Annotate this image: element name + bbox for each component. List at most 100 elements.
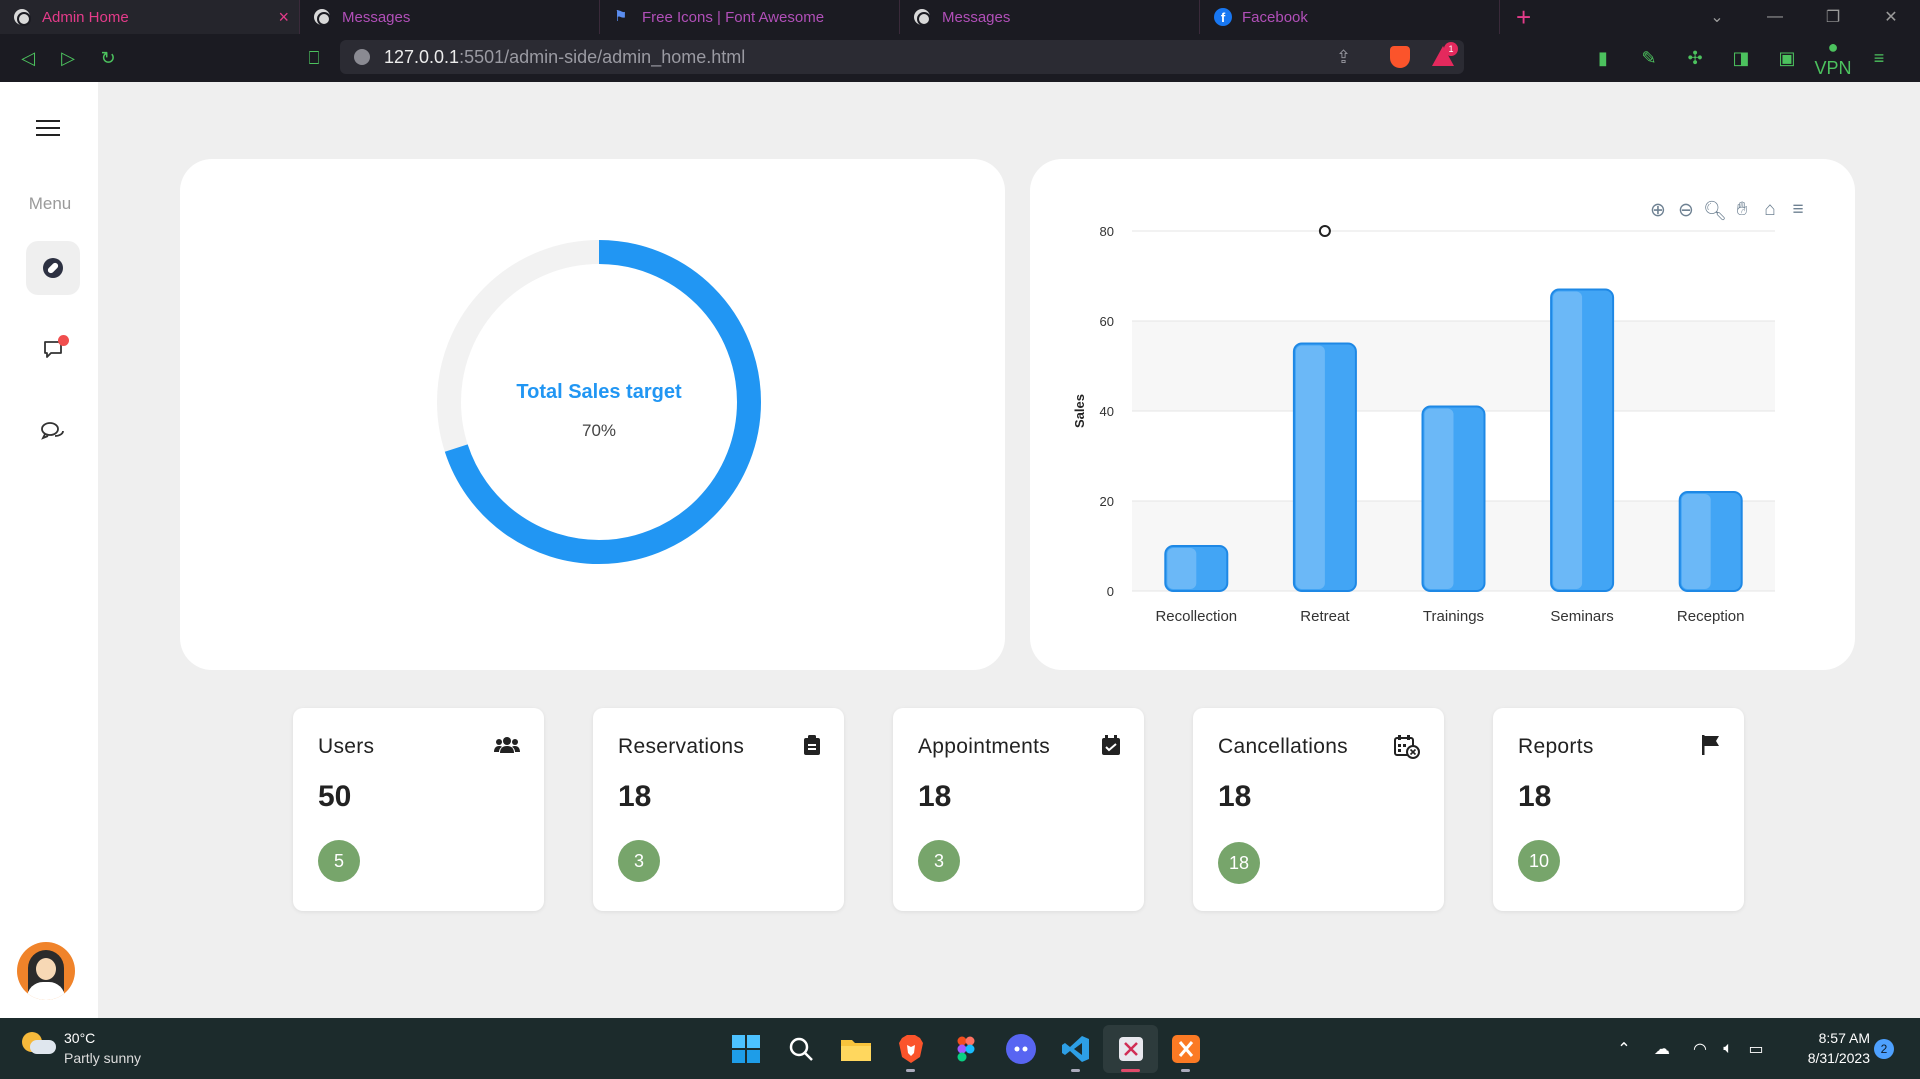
- taskbar: 30°C Partly sunny ⌃ ☁ ◠ 🔈︎ ▭ 8:57 AM 8/3…: [0, 1018, 1920, 1079]
- flag-icon: ⚑: [614, 8, 628, 25]
- stat-card-cancellations[interactable]: Cancellations 18 18: [1193, 708, 1444, 911]
- share-icon[interactable]: ⇪: [1336, 47, 1351, 68]
- brave-shields-icon[interactable]: [1390, 46, 1410, 68]
- bar-highlight: [1553, 291, 1583, 589]
- brave-browser-button[interactable]: [883, 1025, 938, 1073]
- system-tray: ⌃ ☁ ◠ 🔈︎ ▭: [1610, 1018, 1770, 1079]
- figma-icon: [957, 1036, 974, 1061]
- sidebar-item-notifications[interactable]: [26, 322, 80, 376]
- clipboard-icon: [804, 735, 820, 755]
- bookmark-icon[interactable]: ⎕: [294, 48, 334, 69]
- calendar-x-icon: [1394, 735, 1420, 759]
- stat-label: Users: [318, 735, 375, 758]
- calendar-check-icon: [1102, 735, 1120, 755]
- x-tick-label: Trainings: [1423, 608, 1484, 625]
- sales-target-card: Total Sales target 70%: [180, 159, 1005, 670]
- stat-card-appointments[interactable]: Appointments 18 3: [893, 708, 1144, 911]
- sidebar-item-dashboard[interactable]: [26, 241, 80, 295]
- vpn-button[interactable]: ● VPN: [1810, 37, 1856, 79]
- clock-date[interactable]: 8/31/2023: [1790, 1050, 1870, 1066]
- vscode-button[interactable]: [1048, 1025, 1103, 1073]
- onedrive-icon[interactable]: ☁: [1648, 1039, 1676, 1059]
- bar-highlight: [1295, 345, 1325, 589]
- address-input[interactable]: 127.0.0.1 :5501/admin-side/admin_home.ht…: [340, 40, 1464, 74]
- stat-badge: 3: [918, 840, 960, 882]
- volume-icon[interactable]: 🔈︎: [1714, 1040, 1742, 1058]
- snipping-tool-button[interactable]: [1103, 1024, 1158, 1073]
- x-tick-label: Seminars: [1550, 608, 1613, 625]
- flag-icon: [1702, 735, 1719, 755]
- wallet-icon[interactable]: ▣: [1764, 48, 1810, 69]
- puzzle-icon[interactable]: ✣: [1672, 48, 1718, 69]
- forward-icon[interactable]: ▷: [48, 48, 88, 69]
- windows-icon: [731, 1034, 760, 1063]
- stat-badge: 5: [318, 840, 360, 882]
- extension-icon[interactable]: ▮: [1580, 48, 1626, 69]
- sales-bar-chart: 0 20 40 60 80 Sales Recollection Retreat Trainin…: [1072, 224, 1775, 625]
- eyedropper-icon[interactable]: ✎: [1626, 48, 1672, 69]
- discord-icon: [1005, 1033, 1036, 1064]
- weather-desc[interactable]: Partly sunny: [64, 1050, 141, 1066]
- url-path: :5501/admin-side/admin_home.html: [459, 46, 746, 67]
- stat-label: Reservations: [618, 735, 745, 758]
- search-button[interactable]: [773, 1025, 828, 1073]
- y-tick-label: 0: [1107, 584, 1114, 599]
- chevron-up-icon[interactable]: ⌃: [1610, 1039, 1638, 1059]
- xampp-button[interactable]: [1158, 1025, 1213, 1073]
- tab-title: Messages: [942, 8, 1011, 26]
- weather-temp[interactable]: 30°C: [64, 1030, 95, 1046]
- menu-icon[interactable]: ≡: [1856, 48, 1902, 69]
- battery-icon[interactable]: ▭: [1742, 1039, 1770, 1059]
- search-icon: [789, 1037, 813, 1061]
- hamburger-icon[interactable]: [36, 120, 60, 138]
- notification-count-badge[interactable]: 2: [1874, 1039, 1894, 1059]
- start-button[interactable]: [718, 1025, 773, 1073]
- tab-list-icon[interactable]: ⌄: [1688, 7, 1746, 27]
- extensions-bar: ▮ ✎ ✣ ◨ ▣ ● VPN ≡: [1580, 34, 1902, 82]
- donut-value: 70%: [581, 421, 617, 440]
- discord-button[interactable]: [993, 1025, 1048, 1073]
- tab-title: Messages: [342, 8, 411, 26]
- close-window-icon[interactable]: ✕: [1862, 7, 1920, 27]
- stat-card-users[interactable]: Users 50 5: [293, 708, 544, 911]
- x-tick-label: Reception: [1677, 608, 1745, 625]
- tab-messages[interactable]: Messages: [300, 0, 600, 34]
- stat-value: 50: [318, 780, 352, 813]
- reload-icon[interactable]: ↻: [88, 48, 128, 69]
- site-info-icon[interactable]: [354, 49, 370, 65]
- tab-facebook[interactable]: f Facebook: [1200, 0, 1500, 34]
- rewards-badge: 1: [1444, 42, 1458, 56]
- close-tab-icon[interactable]: ×: [278, 7, 289, 28]
- y-tick-label: 80: [1100, 224, 1114, 239]
- stat-card-reports[interactable]: Reports 18 10: [1493, 708, 1744, 911]
- sales-target-donut: Total Sales target 70%: [432, 235, 766, 569]
- notification-dot: [58, 335, 69, 346]
- stat-card-reservations[interactable]: Reservations 18 3: [593, 708, 844, 911]
- comments-icon: [41, 422, 64, 440]
- vscode-icon: [1061, 1035, 1089, 1062]
- tab-title: Facebook: [1242, 8, 1308, 26]
- tab-messages-2[interactable]: Messages: [900, 0, 1200, 34]
- back-icon[interactable]: ◁: [8, 48, 48, 69]
- wifi-icon[interactable]: ◠: [1686, 1039, 1714, 1059]
- new-tab-button[interactable]: +: [1516, 0, 1531, 34]
- sidebar: Menu: [0, 82, 98, 1018]
- figma-button[interactable]: [938, 1025, 993, 1073]
- snipping-tool-icon: [1118, 1036, 1143, 1061]
- restore-icon[interactable]: ❐: [1804, 7, 1862, 27]
- weather-icon[interactable]: [22, 1032, 56, 1056]
- file-explorer-button[interactable]: [828, 1025, 883, 1073]
- avatar[interactable]: [17, 942, 75, 1000]
- tab-admin-home[interactable]: Admin Home ×: [0, 0, 300, 34]
- donut-title: Total Sales target: [516, 381, 682, 403]
- sidebar-icon[interactable]: ◨: [1718, 48, 1764, 69]
- tab-title: Free Icons | Font Awesome: [642, 8, 825, 26]
- brave-icon: [898, 1034, 923, 1063]
- sidebar-item-messages[interactable]: [26, 404, 80, 458]
- users-icon: [494, 737, 520, 753]
- y-tick-label: 60: [1100, 314, 1114, 329]
- clock-time[interactable]: 8:57 AM: [1800, 1030, 1870, 1046]
- tab-font-awesome[interactable]: ⚑ Free Icons | Font Awesome: [600, 0, 900, 34]
- url-host: 127.0.0.1: [384, 46, 460, 67]
- minimize-icon[interactable]: —: [1746, 8, 1804, 26]
